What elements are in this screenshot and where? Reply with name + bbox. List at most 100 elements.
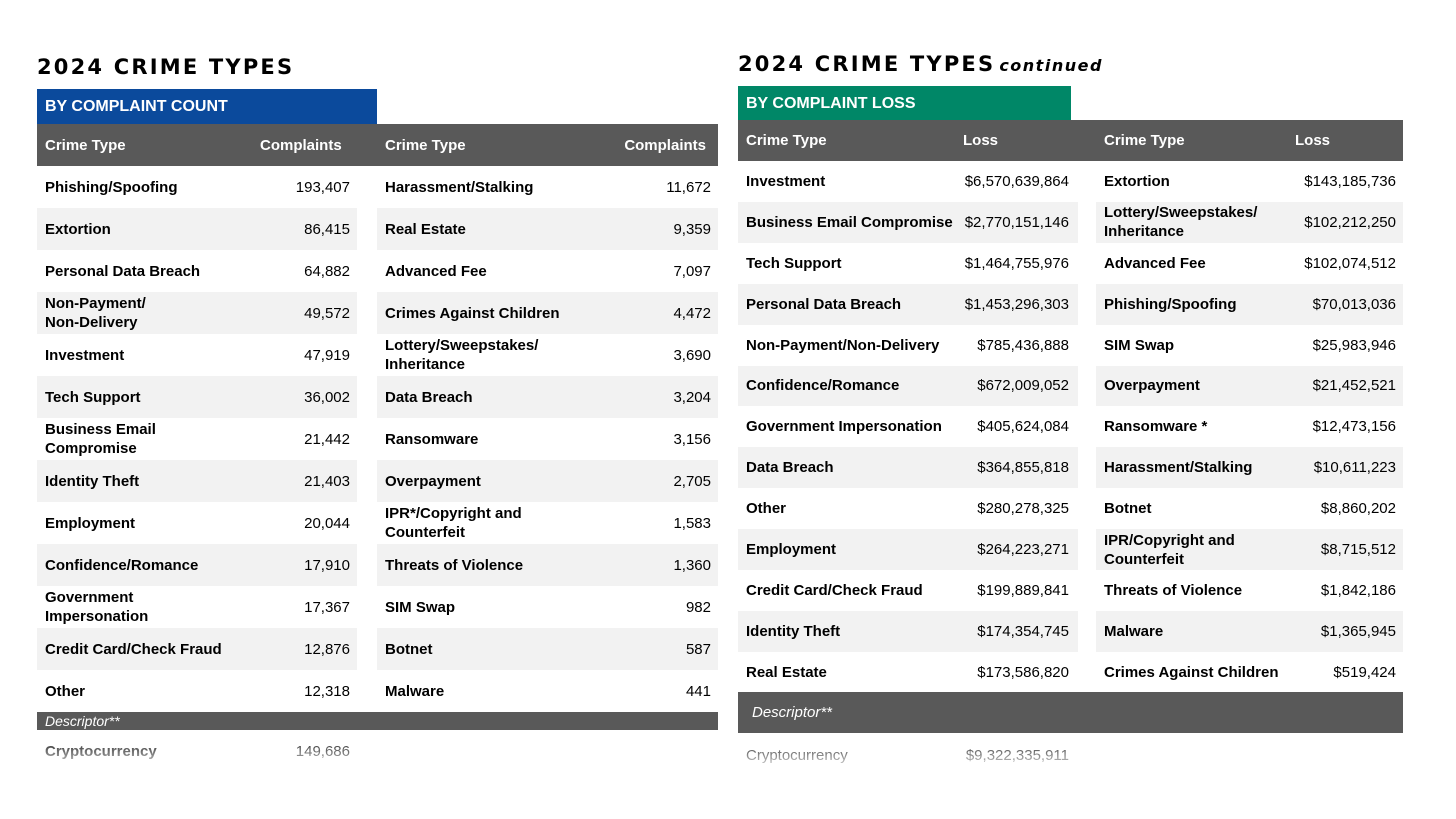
table-row: Lottery/Sweepstakes/ Inheritance $102,212… xyxy=(1096,201,1403,243)
table-row: Extortion $143,185,736 xyxy=(1096,161,1403,202)
crime-type-cell: Threats of Violence xyxy=(1104,581,1243,599)
value-cell: $2,770,151,146 xyxy=(964,213,1069,231)
table-row: Data Breach $364,855,818 xyxy=(738,447,1078,489)
table-row: Harassment/Stalking 11,672 xyxy=(377,166,718,208)
value-cell: $10,611,223 xyxy=(1313,459,1396,477)
table-row: Government Impersonation 17,367 xyxy=(37,586,357,628)
table-row: Other $280,278,325 xyxy=(738,488,1078,529)
table-row: SIM Swap 982 xyxy=(377,586,718,628)
table-row: Identity Theft 21,403 xyxy=(37,460,357,502)
table-row: Business Email Compromise 21,442 xyxy=(37,418,357,460)
value-cell: $6,570,639,864 xyxy=(964,172,1069,190)
table-row: Non-Payment/ Non-Delivery 49,572 xyxy=(37,292,357,334)
table-row: Advanced Fee 7,097 xyxy=(377,250,718,292)
right-descriptor-label: Descriptor** xyxy=(752,704,833,721)
value-cell: $173,586,820 xyxy=(977,663,1069,681)
crime-type-cell: Harassment/Stalking xyxy=(385,178,534,196)
crime-type-cell: Tech Support xyxy=(746,254,842,272)
table-row: Credit Card/Check Fraud $199,889,841 xyxy=(738,570,1078,611)
crime-type-cell: Ransomware * xyxy=(1104,418,1208,436)
value-cell: 17,367 xyxy=(304,598,350,616)
right-descriptor-name: Cryptocurrency xyxy=(746,746,848,764)
table-row: Employment $264,223,271 xyxy=(738,529,1078,570)
table-row: Real Estate $173,586,820 xyxy=(738,652,1078,693)
crime-type-cell: Crimes Against Children xyxy=(1104,663,1279,681)
table-row: Employment 20,044 xyxy=(37,502,357,544)
value-cell: 3,690 xyxy=(673,346,711,364)
crime-type-cell: Advanced Fee xyxy=(1104,254,1206,272)
right-table-header: Crime Type Loss Crime Type Loss xyxy=(738,120,1403,161)
value-cell: $519,424 xyxy=(1333,663,1396,681)
value-cell: $1,464,755,976 xyxy=(964,254,1069,272)
value-cell: $672,009,052 xyxy=(977,377,1069,395)
table-row: Non-Payment/Non-Delivery $785,436,888 xyxy=(738,325,1078,366)
value-cell: $1,842,186 xyxy=(1320,581,1396,599)
table-row: Business Email Compromise $2,770,151,146 xyxy=(738,201,1078,243)
value-cell: 20,044 xyxy=(304,514,350,532)
table-row: Botnet $8,860,202 xyxy=(1096,488,1403,529)
crime-type-cell: Malware xyxy=(1104,622,1164,640)
left-descriptor-bar: Descriptor** xyxy=(37,712,718,730)
value-cell: $102,212,250 xyxy=(1304,213,1396,231)
crime-type-cell: IPR*/Copyright and Counterfeit xyxy=(385,505,522,541)
right-descriptor-row: Cryptocurrency $9,322,335,911 xyxy=(738,736,1078,774)
crime-type-cell: Confidence/Romance xyxy=(45,556,199,574)
value-cell: $143,185,736 xyxy=(1304,172,1396,190)
table-row: Threats of Violence $1,842,186 xyxy=(1096,570,1403,611)
table-row: SIM Swap $25,983,946 xyxy=(1096,325,1403,366)
value-cell: 21,442 xyxy=(304,430,350,448)
right-tab-label: BY COMPLAINT LOSS xyxy=(746,94,916,112)
table-row: Tech Support 36,002 xyxy=(37,376,357,418)
table-row: Investment 47,919 xyxy=(37,334,357,376)
crime-type-cell: Business Email Compromise xyxy=(45,421,156,457)
left-tab-label: BY COMPLAINT COUNT xyxy=(45,97,228,115)
left-title-text: 2024 CRIME TYPES xyxy=(37,55,295,79)
table-row: Government Impersonation $405,624,084 xyxy=(738,406,1078,447)
table-row: Identity Theft $174,354,745 xyxy=(738,610,1078,652)
value-cell: 1,360 xyxy=(673,556,711,574)
value-cell: $280,278,325 xyxy=(977,500,1069,518)
table-row: Overpayment $21,452,521 xyxy=(1096,365,1403,407)
crime-type-cell: IPR/Copyright and Counterfeit xyxy=(1104,531,1235,568)
value-cell: 49,572 xyxy=(304,304,350,322)
value-cell: $405,624,084 xyxy=(977,418,1069,436)
value-cell: 64,882 xyxy=(304,262,350,280)
right-page-title: 2024 CRIME TYPES continued xyxy=(738,52,1103,76)
value-cell: 9,359 xyxy=(673,220,711,238)
table-row: Botnet 587 xyxy=(377,628,718,670)
crime-type-cell: Identity Theft xyxy=(746,622,841,640)
crime-type-cell: Personal Data Breach xyxy=(45,262,201,280)
table-row: IPR/Copyright and Counterfeit $8,715,512 xyxy=(1096,529,1403,570)
table-row: Personal Data Breach $1,453,296,303 xyxy=(738,283,1078,325)
value-cell: $264,223,271 xyxy=(977,541,1069,559)
right-col2-value-header: Loss xyxy=(1295,132,1331,149)
right-col2-name-header: Crime Type xyxy=(1104,132,1185,149)
crime-type-cell: Other xyxy=(746,500,787,518)
right-col1-name-header: Crime Type xyxy=(746,132,827,149)
value-cell: 47,919 xyxy=(304,346,350,364)
crime-type-cell: Non-Payment/ Non-Delivery xyxy=(45,295,146,331)
table-row: Tech Support $1,464,755,976 xyxy=(738,243,1078,284)
crime-type-cell: Extortion xyxy=(45,220,111,238)
table-row: Advanced Fee $102,074,512 xyxy=(1096,243,1403,284)
left-col2-value-header: Complaints xyxy=(624,136,706,154)
crime-type-cell: Data Breach xyxy=(746,459,834,477)
crime-type-cell: Business Email Compromise xyxy=(746,213,953,231)
right-tab-complaint-loss: BY COMPLAINT LOSS xyxy=(738,86,1071,121)
crime-type-cell: Government Impersonation xyxy=(746,418,942,436)
table-row: Extortion 86,415 xyxy=(37,208,357,250)
value-cell: 193,407 xyxy=(295,178,350,196)
table-row: Personal Data Breach 64,882 xyxy=(37,250,357,292)
right-title-suffix: continued xyxy=(999,56,1103,75)
value-cell: $1,453,296,303 xyxy=(964,295,1069,313)
crime-type-cell: Phishing/Spoofing xyxy=(45,178,178,196)
crime-type-cell: Real Estate xyxy=(385,220,466,238)
crime-type-cell: Real Estate xyxy=(746,663,827,681)
crime-type-cell: Crimes Against Children xyxy=(385,304,560,322)
left-tab-complaint-count: BY COMPLAINT COUNT xyxy=(37,89,377,124)
table-row: Phishing/Spoofing $70,013,036 xyxy=(1096,283,1403,325)
table-row: Malware $1,365,945 xyxy=(1096,610,1403,652)
value-cell: 36,002 xyxy=(304,388,350,406)
table-row: Data Breach 3,204 xyxy=(377,376,718,418)
value-cell: $12,473,156 xyxy=(1312,418,1396,436)
